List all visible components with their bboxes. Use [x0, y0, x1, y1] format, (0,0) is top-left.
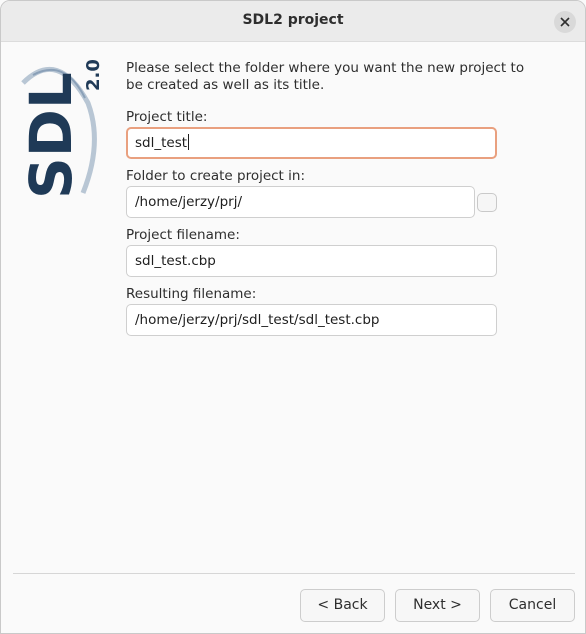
logo-version: 2.0 [83, 59, 104, 91]
project-title-input[interactable]: sdl_test [126, 127, 497, 159]
folder-label: Folder to create project in: [126, 168, 306, 184]
close-button[interactable] [554, 11, 576, 33]
text-caret [188, 134, 190, 150]
browse-folder-button[interactable] [477, 193, 497, 212]
intro-text: Please select the folder where you want … [126, 60, 525, 93]
project-title-label: Project title: [126, 109, 208, 125]
close-icon [560, 17, 570, 27]
dialog-window: SDL2 project SDL 2.0 Please select the f… [0, 0, 586, 634]
title-bar[interactable]: SDL2 project [1, 1, 585, 42]
footer-separator [13, 573, 575, 574]
project-title-value: sdl_test [135, 135, 188, 151]
sdl-logo: SDL 2.0 [17, 59, 104, 199]
resulting-filename-input[interactable]: /home/jerzy/prj/sdl_test/sdl_test.cbp [126, 304, 497, 336]
next-button[interactable]: Next > [395, 589, 480, 622]
resulting-filename-label: Resulting filename: [126, 286, 257, 302]
logo-text: SDL [17, 72, 85, 199]
window-title: SDL2 project [242, 12, 344, 28]
project-filename-label: Project filename: [126, 227, 240, 243]
cancel-button[interactable]: Cancel [490, 589, 575, 622]
back-button[interactable]: < Back [300, 589, 385, 622]
project-filename-input[interactable]: sdl_test.cbp [126, 245, 497, 277]
folder-input[interactable]: /home/jerzy/prj/ [126, 186, 475, 218]
